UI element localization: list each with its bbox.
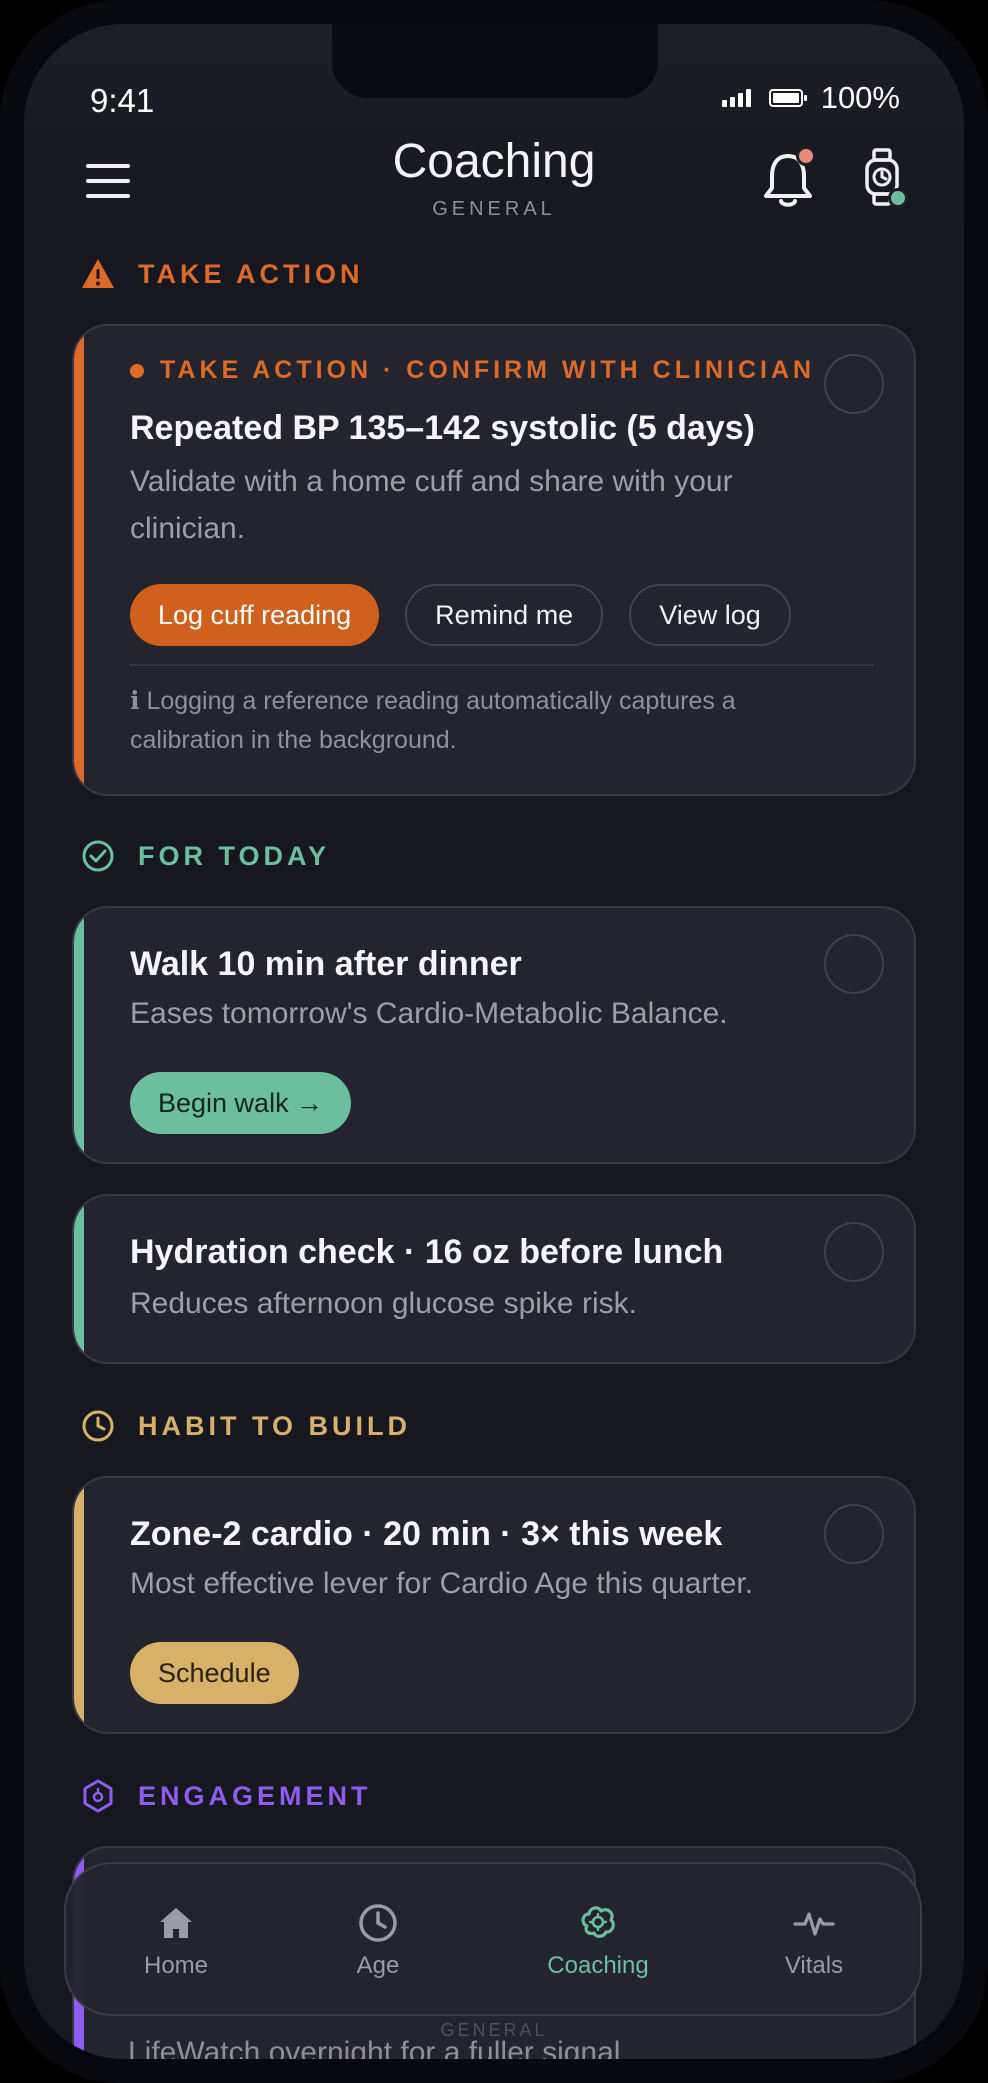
app-screen: 9:41 100% Coaching GENERAL TAKE ACTION T…: [24, 24, 964, 2059]
bp-action-card[interactable]: TAKE ACTION · CONFIRM WITH CLINICIAN Rep…: [72, 324, 916, 796]
section-label: TAKE ACTION: [138, 258, 364, 289]
pulse-icon: [793, 1912, 835, 1936]
card-title: Walk 10 min after dinner: [130, 945, 522, 983]
bottom-tab-bar: Home Age Coaching Vitals: [64, 1862, 922, 2016]
clock-icon: [82, 1410, 114, 1442]
card-title: Repeated BP 135–142 systolic (5 days): [130, 409, 755, 447]
battery-percent: 100%: [820, 80, 900, 115]
tag-dot-icon: [130, 363, 144, 378]
tab-label: Coaching: [547, 1952, 649, 1979]
home-icon: [160, 1908, 192, 1938]
warning-triangle-icon: [82, 259, 114, 288]
card-description: Eases tomorrow's Cardio-Metabolic Balanc…: [130, 997, 728, 1030]
card-actions: Log cuff reading Remind me View log: [130, 584, 874, 646]
page-title: Coaching: [392, 135, 596, 188]
device-connected-badge: [888, 188, 908, 208]
status-time: 9:41: [90, 82, 155, 119]
card-description: Most effective lever for Cardio Age this…: [130, 1567, 754, 1600]
remind-me-button[interactable]: Remind me: [405, 584, 604, 646]
card-accent-bar: [74, 1196, 84, 1362]
card-tag-label: TAKE ACTION · CONFIRM WITH CLINICIAN: [160, 356, 816, 384]
calibration-note: ℹ Logging a reference reading automatica…: [130, 687, 736, 754]
section-label: ENGAGEMENT: [138, 1780, 372, 1811]
section-take-action: TAKE ACTION: [80, 256, 364, 292]
tab-label: Home: [143, 1952, 209, 1979]
hexagon-badge-icon: [83, 1779, 113, 1813]
zone2-card[interactable]: Zone-2 cardio · 20 min · 3× this week Mo…: [72, 1476, 916, 1734]
card-accent-bar: [74, 1478, 84, 1732]
log-cuff-reading-button[interactable]: Log cuff reading: [130, 584, 380, 646]
footer-scope-label: GENERAL: [440, 2020, 548, 2040]
device-notch: [332, 24, 658, 98]
card-accent-bar: [74, 326, 84, 794]
tab-home[interactable]: Home: [86, 1902, 266, 1980]
section-for-today: FOR TODAY: [80, 838, 330, 874]
hydration-card[interactable]: Hydration check · 16 oz before lunch Red…: [72, 1194, 916, 1364]
tab-coaching[interactable]: Coaching: [508, 1902, 688, 1980]
tab-label: Vitals: [784, 1952, 844, 1979]
tab-label: Age: [356, 1952, 400, 1979]
section-label: FOR TODAY: [138, 840, 331, 871]
section-label: HABIT TO BUILD: [138, 1410, 411, 1441]
section-engagement: ENGAGEMENT: [80, 1778, 372, 1814]
brain-icon: [581, 1906, 615, 1938]
card-description: Validate with a home cuff and share with…: [130, 465, 733, 545]
card-accent-bar: [74, 908, 84, 1162]
section-habit: HABIT TO BUILD: [80, 1408, 411, 1444]
page-subtitle: GENERAL: [432, 198, 556, 220]
phone-frame: 9:41 100% Coaching GENERAL TAKE ACTION T…: [0, 0, 988, 2083]
check-circle-icon: [82, 840, 114, 872]
card-title: Hydration check · 16 oz before lunch: [130, 1233, 724, 1271]
card-divider: [130, 664, 874, 666]
tab-vitals[interactable]: Vitals: [724, 1902, 904, 1980]
notification-badge: [796, 146, 816, 166]
view-log-button[interactable]: View log: [629, 584, 791, 646]
card-title: Zone-2 cardio · 20 min · 3× this week: [130, 1515, 723, 1553]
battery-icon: [768, 89, 807, 107]
schedule-button[interactable]: Schedule: [130, 1642, 299, 1704]
card-description: Reduces afternoon glucose spike risk.: [130, 1287, 637, 1320]
walk-card[interactable]: Walk 10 min after dinner Eases tomorrow'…: [72, 906, 916, 1164]
signal-icon: [721, 89, 751, 107]
card-tag: TAKE ACTION · CONFIRM WITH CLINICIAN: [130, 356, 874, 385]
status-bar-indicators: 100%: [721, 80, 900, 116]
clock-icon: [359, 1904, 397, 1942]
tab-age[interactable]: Age: [288, 1902, 468, 1980]
begin-walk-button[interactable]: Begin walk →: [130, 1072, 352, 1134]
